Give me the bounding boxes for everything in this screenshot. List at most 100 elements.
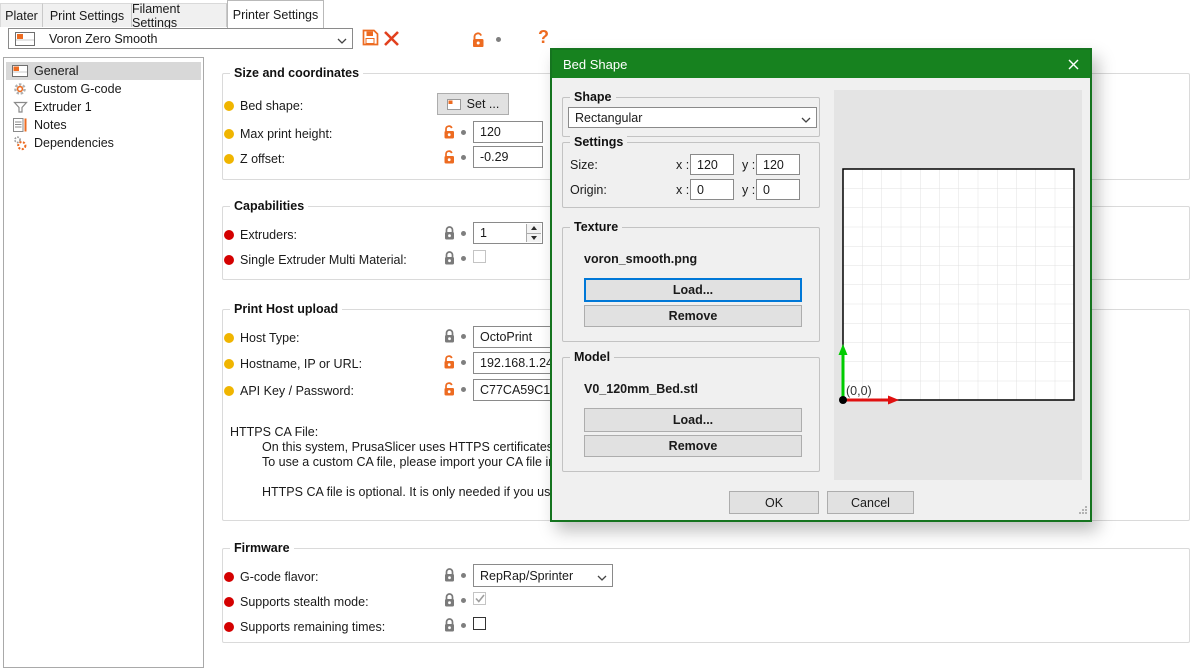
group-title: Shape <box>570 90 616 104</box>
size-y-input[interactable]: 120 <box>756 154 800 175</box>
max-print-height-label: Max print height: <box>240 127 332 141</box>
option-dot-icon <box>224 572 234 582</box>
size-x-input[interactable]: 120 <box>690 154 734 175</box>
gears-icon <box>12 136 28 151</box>
origin-y-input[interactable]: 0 <box>756 179 800 200</box>
model-remove-button[interactable]: Remove <box>584 435 802 457</box>
group-title: Size and coordinates <box>230 66 363 80</box>
printer-preset-icon <box>15 32 35 46</box>
value-dot-icon <box>461 623 466 628</box>
chevron-down-icon <box>337 34 346 43</box>
stealth-mode-checkbox[interactable] <box>473 592 486 605</box>
ok-button[interactable]: OK <box>729 491 819 514</box>
origin-label: (0,0) <box>846 384 872 398</box>
option-dot-icon <box>224 597 234 607</box>
bed-mini-icon <box>447 99 461 110</box>
sidebar-item-notes[interactable]: Notes <box>6 116 201 134</box>
texture-filename: voron_smooth.png <box>584 252 697 266</box>
api-key-label: API Key / Password: <box>240 384 354 398</box>
value-dot-icon <box>461 360 466 365</box>
lock-closed-icon[interactable] <box>443 225 456 244</box>
extruders-spinner[interactable]: 1 <box>473 222 543 244</box>
cancel-button[interactable]: Cancel <box>827 491 914 514</box>
max-print-height-input[interactable]: 120 <box>473 121 543 143</box>
printer-bed-icon <box>12 65 28 77</box>
option-dot-icon <box>224 622 234 632</box>
option-dot-icon <box>224 129 234 139</box>
printer-preset-name: Voron Zero Smooth <box>49 32 337 46</box>
tab-filament-settings[interactable]: Filament Settings <box>132 3 227 27</box>
extruder-icon <box>12 101 28 114</box>
check-icon <box>475 594 485 603</box>
z-offset-label: Z offset: <box>240 152 285 166</box>
bed-preview-canvas: (0,0) <box>834 90 1082 480</box>
lock-closed-icon[interactable] <box>443 592 456 611</box>
x-label: x : <box>676 158 689 172</box>
dialog-title: Bed Shape <box>563 57 627 72</box>
model-load-button[interactable]: Load... <box>584 408 802 432</box>
gcode-flavor-combobox[interactable]: RepRap/Sprinter <box>473 564 613 587</box>
lock-closed-icon[interactable] <box>443 617 456 636</box>
origin-label: Origin: <box>570 183 607 197</box>
value-dot-icon <box>461 231 466 236</box>
delete-preset-button[interactable] <box>383 30 400 50</box>
y-label: y : <box>742 158 755 172</box>
lock-open-icon[interactable] <box>443 149 456 168</box>
printer-preset-combobox[interactable]: Voron Zero Smooth <box>8 28 353 49</box>
value-dot-icon <box>461 155 466 160</box>
sidebar-item-dependencies[interactable]: Dependencies <box>6 134 201 152</box>
sidebar-item-general[interactable]: General <box>6 62 201 80</box>
lock-closed-icon[interactable] <box>443 250 456 269</box>
model-filename: V0_120mm_Bed.stl <box>584 382 698 396</box>
shape-combobox[interactable]: Rectangular <box>568 107 817 128</box>
tab-printer-settings[interactable]: Printer Settings <box>227 0 324 28</box>
bed-shape-set-button[interactable]: Set ... <box>437 93 509 115</box>
tab-print-settings[interactable]: Print Settings <box>43 3 132 27</box>
bed-shape-dialog: Bed Shape Shape Rectangular Settings Siz… <box>550 48 1092 522</box>
value-dot-icon <box>496 37 501 42</box>
texture-remove-button[interactable]: Remove <box>584 305 802 327</box>
group-title: Print Host upload <box>230 302 342 316</box>
save-preset-button[interactable] <box>362 29 379 49</box>
z-offset-input[interactable]: -0.29 <box>473 146 543 168</box>
bed-preview: (0,0) <box>834 90 1082 480</box>
texture-load-button[interactable]: Load... <box>584 278 802 302</box>
remaining-times-label: Supports remaining times: <box>240 620 385 634</box>
hostname-label: Hostname, IP or URL: <box>240 357 362 371</box>
value-dot-icon <box>461 256 466 261</box>
semm-label: Single Extruder Multi Material: <box>240 253 407 267</box>
value-dot-icon <box>461 334 466 339</box>
size-label: Size: <box>570 158 598 172</box>
group-title: Texture <box>570 220 622 234</box>
chevron-down-icon <box>597 571 606 580</box>
option-dot-icon <box>224 386 234 396</box>
lock-open-icon[interactable] <box>443 124 456 143</box>
value-dot-icon <box>461 598 466 603</box>
extruders-label: Extruders: <box>240 228 297 242</box>
sidebar-item-extruder-1[interactable]: Extruder 1 <box>6 98 201 116</box>
tab-plater[interactable]: Plater <box>0 3 43 27</box>
value-dot-icon <box>461 573 466 578</box>
help-button[interactable]: ? <box>538 27 549 48</box>
lock-open-icon[interactable] <box>443 354 456 373</box>
lock-open-icon[interactable] <box>471 31 486 51</box>
printer-settings-window: Plater Print Settings Filament Settings … <box>0 0 1196 668</box>
semm-checkbox[interactable] <box>473 250 486 263</box>
resize-grip[interactable] <box>1078 504 1088 518</box>
y-label: y : <box>742 183 755 197</box>
dialog-titlebar[interactable]: Bed Shape <box>552 50 1090 78</box>
spinner-buttons[interactable] <box>526 224 541 242</box>
option-dot-icon <box>224 359 234 369</box>
sidebar-item-custom-gcode[interactable]: Custom G-code <box>6 80 201 98</box>
host-type-label: Host Type: <box>240 331 300 345</box>
close-icon[interactable] <box>1062 55 1084 74</box>
group-title: Capabilities <box>230 199 308 213</box>
lock-open-icon[interactable] <box>443 381 456 400</box>
lock-closed-icon[interactable] <box>443 567 456 586</box>
value-dot-icon <box>461 387 466 392</box>
origin-x-input[interactable]: 0 <box>690 179 734 200</box>
remaining-times-checkbox[interactable] <box>473 617 486 630</box>
lock-closed-icon[interactable] <box>443 328 456 347</box>
bed-shape-label: Bed shape: <box>240 99 303 113</box>
x-label: x : <box>676 183 689 197</box>
